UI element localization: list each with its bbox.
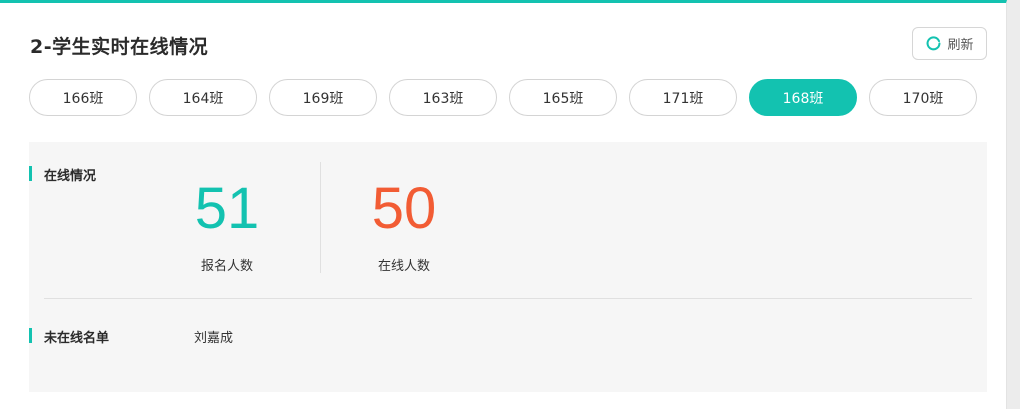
- class-tabs: 166班 164班 169班 163班 165班 171班 168班 170班: [29, 79, 977, 116]
- refresh-label: 刷新: [947, 38, 974, 53]
- refresh-icon: [927, 36, 941, 51]
- online-stat: 50 在线人数: [344, 176, 464, 275]
- refresh-button[interactable]: 刷新: [912, 27, 987, 60]
- registered-stat: 51 报名人数: [167, 176, 287, 275]
- tab-class-165[interactable]: 165班: [509, 79, 617, 116]
- tab-class-164[interactable]: 164班: [149, 79, 257, 116]
- offline-section-title: 未在线名单: [29, 327, 109, 346]
- registered-label: 报名人数: [200, 259, 253, 274]
- stat-divider: [320, 162, 321, 273]
- online-count: 50: [371, 176, 437, 241]
- tab-class-166[interactable]: 166班: [29, 79, 137, 116]
- offline-student-name: 刘嘉成: [194, 331, 234, 346]
- tab-class-169[interactable]: 169班: [269, 79, 377, 116]
- page-title: 2-学生实时在线情况: [30, 36, 209, 58]
- online-status-card: 2-学生实时在线情况 刷新 166班 164班 169班 163班 165班 1…: [0, 0, 1007, 409]
- tab-class-171[interactable]: 171班: [629, 79, 737, 116]
- tab-class-170[interactable]: 170班: [869, 79, 977, 116]
- online-section-title: 在线情况: [29, 165, 96, 184]
- registered-count: 51: [194, 176, 260, 241]
- stats-panel: 在线情况 51 报名人数 50 在线人数 未在线名单 刘嘉成: [29, 142, 987, 392]
- tab-class-163[interactable]: 163班: [389, 79, 497, 116]
- section-divider: [44, 298, 972, 299]
- online-label: 在线人数: [377, 259, 430, 274]
- tab-class-168[interactable]: 168班: [749, 79, 857, 116]
